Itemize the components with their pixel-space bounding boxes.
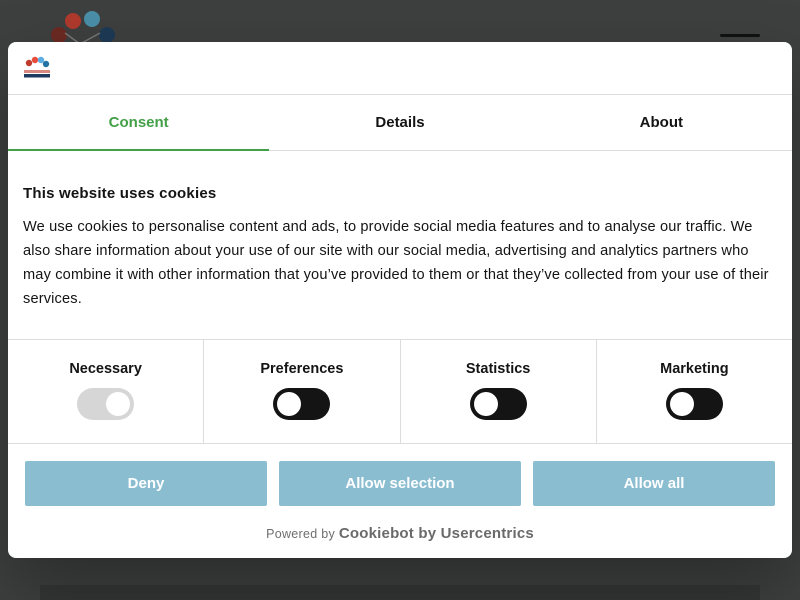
deny-button[interactable]: Deny — [25, 461, 267, 506]
allow-all-button[interactable]: Allow all — [533, 461, 775, 506]
toggle-group-preferences: Preferences — [204, 340, 401, 443]
tab-consent[interactable]: Consent — [8, 95, 270, 151]
tab-about[interactable]: About — [531, 95, 792, 150]
allow-selection-button[interactable]: Allow selection — [279, 461, 521, 506]
tab-label: About — [639, 114, 683, 131]
powered-by-footer: Powered by Cookiebot by Usercentrics — [8, 525, 792, 542]
site-logo-icon — [51, 11, 115, 45]
consent-toggle-row: Necessary Preferences Statistics Marketi… — [8, 340, 792, 444]
consent-content: This website uses cookies We use cookies… — [8, 151, 792, 340]
toggle-label-statistics: Statistics — [465, 361, 531, 377]
toggle-knob — [106, 392, 131, 416]
toggle-group-statistics: Statistics — [401, 340, 597, 443]
tab-label: Details — [375, 114, 425, 131]
toggle-group-necessary: Necessary — [8, 340, 205, 443]
tab-label: Consent — [108, 114, 169, 131]
cookiebot-brand-link[interactable]: Cookiebot by Usercentrics — [339, 525, 534, 542]
marketing-toggle[interactable] — [665, 388, 723, 420]
page-footer-strip — [40, 585, 760, 600]
statistics-toggle[interactable] — [469, 388, 527, 420]
consent-body: We use cookies to personalise content an… — [23, 219, 769, 307]
toggle-group-marketing: Marketing — [597, 340, 792, 443]
necessary-toggle[interactable] — [77, 388, 135, 420]
cookie-consent-dialog: Consent Details About This website uses … — [8, 42, 792, 558]
dialog-header — [8, 42, 792, 95]
preferences-toggle[interactable] — [273, 388, 331, 420]
toggle-knob — [473, 392, 498, 416]
toggle-label-necessary: Necessary — [69, 361, 142, 377]
toggle-label-preferences: Preferences — [260, 361, 344, 377]
consent-title: This website uses cookies — [23, 185, 217, 202]
toggle-knob — [669, 392, 694, 416]
brand-logo-icon — [24, 56, 50, 78]
tab-bar: Consent Details About — [8, 95, 792, 151]
tab-details[interactable]: Details — [269, 95, 530, 150]
toggle-knob — [277, 392, 302, 416]
action-buttons: Deny Allow selection Allow all — [8, 444, 792, 506]
powered-by-text: Powered by — [266, 527, 336, 541]
toggle-label-marketing: Marketing — [660, 361, 729, 377]
hamburger-menu-icon[interactable] — [720, 34, 760, 37]
